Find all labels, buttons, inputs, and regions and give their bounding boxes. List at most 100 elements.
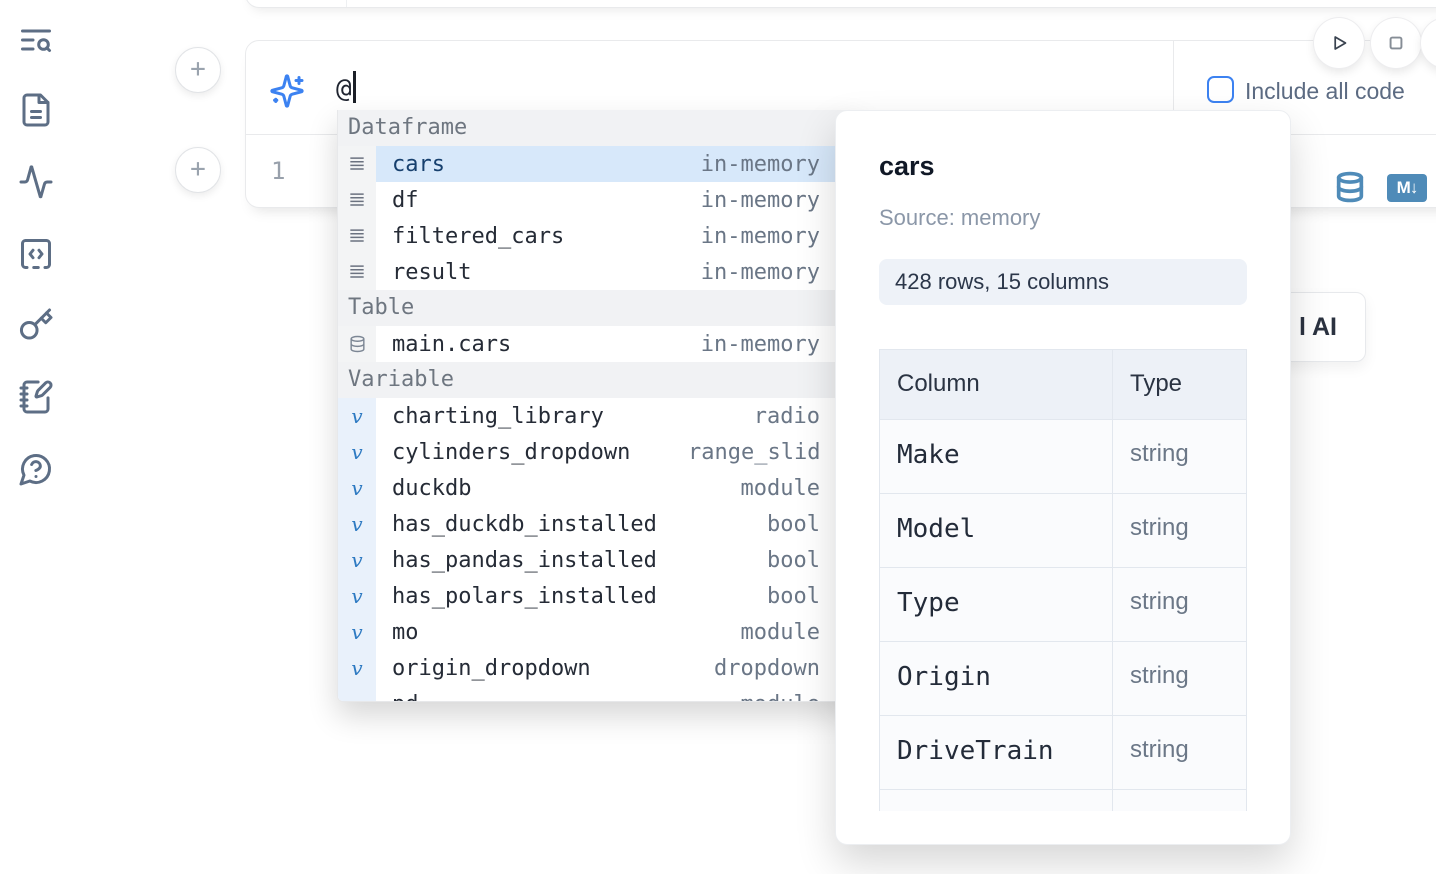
- schema-cell-type: string: [1113, 642, 1247, 716]
- list-search-icon[interactable]: [18, 22, 54, 58]
- autocomplete-item-df[interactable]: df in-memory: [338, 182, 860, 218]
- line-number: 1: [271, 157, 285, 185]
- table-icon: [338, 326, 376, 362]
- item-name: has_pandas_installed: [376, 548, 657, 573]
- schema-table: ColumnTypeMakestringModelstringTypestrin…: [879, 349, 1247, 811]
- gutter-divider: [346, 0, 347, 7]
- dataframe-icon: [338, 218, 376, 254]
- item-name: has_polars_installed: [376, 584, 657, 609]
- activity-icon[interactable]: [18, 164, 54, 200]
- item-type: in-memory: [688, 332, 820, 357]
- item-type: in-memory: [688, 224, 820, 249]
- schema-row: Originstring: [879, 642, 1247, 716]
- variable-icon: v: [351, 584, 362, 608]
- item-name: main.cars: [376, 332, 511, 357]
- variable-icon: v: [351, 404, 362, 428]
- autocomplete-item-has_pandas_installed[interactable]: v has_pandas_installed bool: [338, 542, 860, 578]
- add-cell-button-bottom[interactable]: +: [175, 147, 221, 193]
- schema-cell-column: [879, 790, 1113, 811]
- autocomplete-item-has_polars_installed[interactable]: v has_polars_installed bool: [338, 578, 860, 614]
- item-type: module: [688, 476, 820, 501]
- item-name: origin_dropdown: [376, 656, 591, 681]
- variable-icon: v: [351, 548, 362, 572]
- item-name: pd: [376, 692, 419, 703]
- item-name: has_duckdb_installed: [376, 512, 657, 537]
- variable-icon: v: [338, 542, 376, 578]
- schema-cell-column: Make: [879, 420, 1113, 494]
- item-type: module: [688, 620, 820, 645]
- autocomplete-section-dataframe: Dataframe: [338, 110, 860, 146]
- item-type: dropdown: [688, 656, 820, 681]
- preview-title: cars: [879, 151, 935, 182]
- autocomplete-item-main.cars[interactable]: main.cars in-memory: [338, 326, 860, 362]
- code-square-icon[interactable]: [18, 236, 54, 272]
- item-type: range_slider: [688, 440, 820, 465]
- variable-icon: v: [338, 506, 376, 542]
- variable-icon: v: [338, 614, 376, 650]
- schema-cell-type: [1113, 790, 1247, 811]
- autocomplete-item-cars[interactable]: carsin-memory: [338, 146, 860, 182]
- key-icon[interactable]: [18, 307, 54, 343]
- dataframe-rows-icon: [346, 262, 368, 282]
- variable-icon: v: [338, 650, 376, 686]
- notebook-pen-icon[interactable]: [18, 379, 54, 415]
- autocomplete-item-has_duckdb_installed[interactable]: v has_duckdb_installed bool: [338, 506, 860, 542]
- schema-row: DriveTrainstring: [879, 716, 1247, 790]
- schema-cell-column: Type: [879, 568, 1113, 642]
- item-name: charting_library: [376, 404, 604, 429]
- item-name: duckdb: [376, 476, 471, 501]
- variable-icon: v: [338, 470, 376, 506]
- autocomplete-item-duckdb[interactable]: vduckdb module: [338, 470, 860, 506]
- variable-icon: v: [351, 620, 362, 644]
- add-cell-button-top[interactable]: +: [175, 47, 221, 93]
- item-type: in-memory: [688, 260, 820, 285]
- sparkles-icon: [269, 73, 305, 109]
- schema-table-wrap: ColumnTypeMakestringModelstringTypestrin…: [879, 349, 1248, 811]
- variable-icon: v: [338, 686, 376, 702]
- schema-row: Makestring: [879, 420, 1247, 494]
- autocomplete-dropdown: Dataframecarsin-memorydfin-memoryfiltere…: [337, 110, 861, 702]
- autocomplete-item-filtered_cars[interactable]: filtered_carsin-memory: [338, 218, 860, 254]
- schema-cell-column: Column: [879, 349, 1113, 420]
- dataframe-icon: [338, 146, 376, 182]
- schema-row: [879, 790, 1247, 811]
- stop-button[interactable]: [1371, 18, 1421, 68]
- autocomplete-item-cylinders_dropdown[interactable]: vcylinders_dropdownrange_slider: [338, 434, 860, 470]
- markdown-icon[interactable]: M↓: [1387, 174, 1427, 202]
- item-type: bool: [688, 548, 820, 573]
- schema-cell-type: Type: [1113, 349, 1247, 420]
- include-all-code-checkbox[interactable]: [1207, 76, 1234, 103]
- item-name: result: [376, 260, 471, 285]
- variable-icon: v: [351, 512, 362, 536]
- ai-prompt-input[interactable]: @: [336, 71, 356, 104]
- include-all-code-label: Include all code: [1245, 78, 1405, 105]
- table-database-icon: [348, 334, 367, 354]
- notebook-stage: + + @ Include all code 1 M↓ Dataframecar…: [0, 0, 1436, 874]
- schema-cell-type: string: [1113, 420, 1247, 494]
- variable-icon: v: [351, 656, 362, 680]
- autocomplete-item-origin_dropdown[interactable]: v origin_dropdown dropdown: [338, 650, 860, 686]
- schema-row: Modelstring: [879, 494, 1247, 568]
- help-chat-icon[interactable]: [18, 451, 54, 487]
- autocomplete-item-result[interactable]: result in-memory: [338, 254, 860, 290]
- dataframe-preview-panel: cars Source: memory 428 rows, 15 columns…: [835, 110, 1291, 845]
- item-type: module: [688, 692, 820, 703]
- autocomplete-item-charting_library[interactable]: vcharting_libraryradio: [338, 398, 860, 434]
- run-cell-button[interactable]: [1314, 18, 1364, 68]
- item-type: bool: [688, 584, 820, 609]
- dataframe-icon: [338, 254, 376, 290]
- text-caret: [353, 71, 356, 103]
- schema-cell-type: string: [1113, 716, 1247, 790]
- file-icon[interactable]: [18, 92, 54, 128]
- database-icon[interactable]: [1333, 170, 1367, 204]
- item-name: df: [376, 188, 419, 213]
- item-type: bool: [688, 512, 820, 537]
- item-type: in-memory: [688, 188, 820, 213]
- schema-cell-type: string: [1113, 568, 1247, 642]
- variable-icon: v: [351, 440, 362, 464]
- variable-icon: v: [351, 476, 362, 500]
- variable-icon: v: [351, 692, 362, 702]
- autocomplete-item-mo[interactable]: vmomodule: [338, 614, 860, 650]
- autocomplete-item-pd[interactable]: v pd module: [338, 686, 860, 702]
- autocomplete-section-variable: Variable: [338, 362, 860, 398]
